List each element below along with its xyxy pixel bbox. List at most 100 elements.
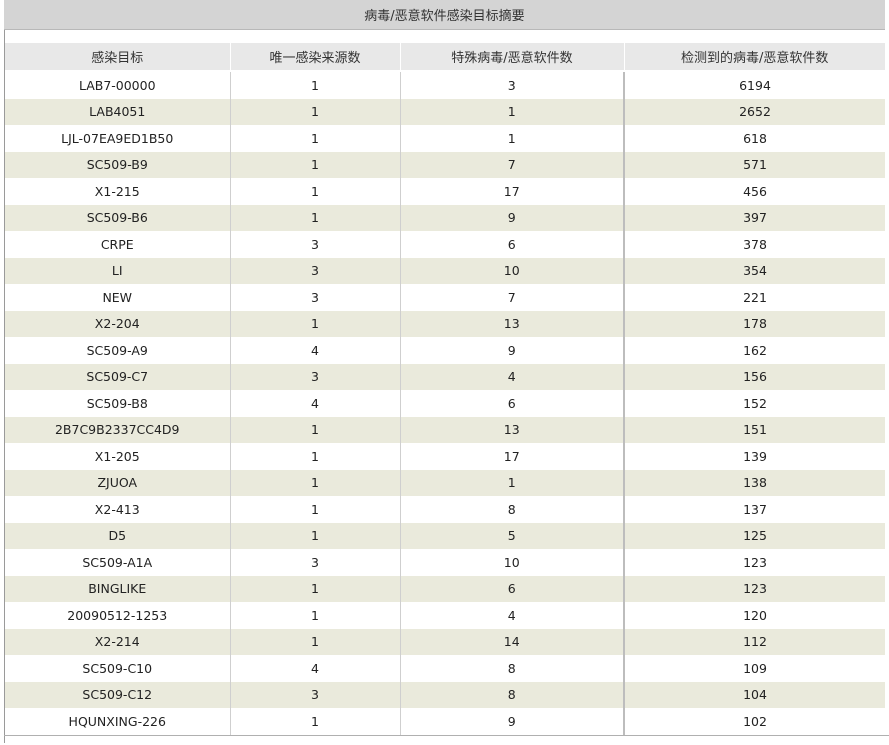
report-title-text: 病毒/恶意软件感染目标摘要 [364,9,525,24]
cell-unique-sources: 1 [230,602,401,629]
cell-unique-sources: 1 [230,178,401,205]
cell-unique-sources: 1 [230,522,401,549]
cell-target: HQUNXING-226 [5,708,231,735]
cell-target: X2-214 [5,628,231,655]
cell-distinct-malware: 14 [400,628,625,655]
cell-unique-sources: 3 [230,549,401,576]
cell-distinct-malware: 4 [400,602,625,629]
table-row: CRPE 3 6 378 [5,231,885,258]
cell-distinct-malware: 8 [400,655,625,682]
cell-unique-sources: 1 [230,708,401,735]
table-row: 2B7C9B2337CC4D9 1 13 151 [5,416,885,443]
table-header-row: 感染目标 唯一感染来源数 特殊病毒/恶意软件数 检测到的病毒/恶意软件数 [5,43,885,72]
cell-unique-sources: 1 [230,575,401,602]
cell-detected-malware: 571 [624,151,885,178]
cell-detected-malware: 123 [624,575,885,602]
cell-unique-sources: 1 [230,469,401,496]
table-row: LJL-07EA9ED1B50 1 1 618 [5,125,885,152]
cell-distinct-malware: 17 [400,178,625,205]
cell-distinct-malware: 13 [400,310,625,337]
cell-distinct-malware: 4 [400,363,625,390]
table-body: LAB7-00000 1 3 6194 LAB4051 1 1 2652 LJL-07EA9ED… [5,71,885,735]
cell-distinct-malware: 6 [400,575,625,602]
cell-detected-malware: 162 [743,342,767,358]
cell-target: SC509-B9 [5,151,231,178]
cell-detected-malware: 354 [624,257,885,284]
cell-distinct-malware: 17 [400,443,625,470]
cell-distinct-malware: 10 [400,549,625,576]
column-header-distinct-malware[interactable]: 特殊病毒/恶意软件数 [400,43,625,72]
table-row: SC509-C7 3 4 156 [5,363,885,390]
cell-target: SC509-A1A [5,549,231,576]
cell-target: LI [5,257,231,284]
cell-distinct-malware: 1 [400,125,625,152]
cell-distinct-malware: 8 [400,681,625,708]
cell-unique-sources: 3 [230,231,401,258]
cell-detected-malware: 152 [743,395,767,411]
table-row: X2-204 1 13 178 [5,310,885,337]
cell-target: X2-413 [5,496,231,523]
cell-unique-sources: 1 [230,443,401,470]
cell-detected-malware: 102 [743,713,767,729]
cell-target: ZJUOA [5,469,231,496]
table-row: X2-413 1 8 137 [5,496,885,523]
cell-unique-sources: 3 [230,257,401,284]
table-row: LI 3 10 354 [5,257,885,284]
cell-detected-malware: 104 [624,681,885,708]
cell-distinct-malware: 9 [400,204,625,231]
cell-unique-sources: 3 [230,363,401,390]
table-row: BINGLIKE 1 6 123 [5,575,885,602]
cell-distinct-malware: 8 [400,496,625,523]
cell-detected-malware: 618 [743,130,767,146]
cell-detected-malware: 397 [624,204,885,231]
report-title: 病毒/恶意软件感染目标摘要 [4,0,885,30]
cell-unique-sources: 1 [230,151,401,178]
cell-target: X1-215 [5,178,231,205]
cell-target: NEW [5,284,231,311]
cell-detected-malware: 138 [624,469,885,496]
cell-unique-sources: 1 [230,628,401,655]
cell-distinct-malware: 7 [400,284,625,311]
cell-detected-malware: 6194 [739,77,771,93]
cell-detected-malware: 378 [743,236,767,252]
cell-distinct-malware: 7 [400,151,625,178]
table-row: ZJUOA 1 1 138 [5,469,885,496]
cell-distinct-malware: 1 [400,98,625,125]
cell-target: LJL-07EA9ED1B50 [5,125,231,152]
cell-unique-sources: 3 [230,681,401,708]
cell-unique-sources: 4 [230,337,401,364]
cell-target: X1-205 [5,443,231,470]
column-header-unique-sources[interactable]: 唯一感染来源数 [230,43,401,72]
cell-distinct-malware: 10 [400,257,625,284]
cell-distinct-malware: 5 [400,522,625,549]
cell-detected-malware: 109 [743,660,767,676]
table-row: SC509-C12 3 8 104 [5,681,885,708]
cell-detected-malware: 125 [624,522,885,549]
table-row: 20090512-1253 1 4 120 [5,602,885,629]
table-row: SC509-A1A 3 10 123 [5,549,885,576]
column-header-detected-malware[interactable]: 检测到的病毒/恶意软件数 [624,43,885,72]
cell-distinct-malware: 1 [400,469,625,496]
cell-unique-sources: 1 [230,204,401,231]
cell-distinct-malware: 9 [400,337,625,364]
table-row: SC509-C10 4 8 109 [5,655,885,682]
cell-distinct-malware: 9 [400,708,625,735]
table-row: LAB4051 1 1 2652 [5,98,885,125]
table-row: SC509-A9 4 9 162 [5,337,885,364]
cell-unique-sources: 1 [230,98,401,125]
cell-detected-malware: 156 [624,363,885,390]
cell-target: X2-204 [5,310,231,337]
column-header-target[interactable]: 感染目标 [5,43,231,72]
cell-target: SC509-C12 [5,681,231,708]
cell-distinct-malware: 6 [400,390,625,417]
infection-summary-table-container: 感染目标 唯一感染来源数 特殊病毒/恶意软件数 检测到的病毒/恶意软件数 LAB… [5,43,885,735]
cell-target: LAB4051 [5,98,231,125]
cell-target: 20090512-1253 [5,602,231,629]
cell-detected-malware: 139 [743,448,767,464]
cell-target: SC509-C7 [5,363,231,390]
cell-unique-sources: 3 [230,284,401,311]
cell-detected-malware: 137 [743,501,767,517]
cell-target: CRPE [5,231,231,258]
cell-distinct-malware: 13 [400,416,625,443]
cell-unique-sources: 1 [230,71,401,99]
